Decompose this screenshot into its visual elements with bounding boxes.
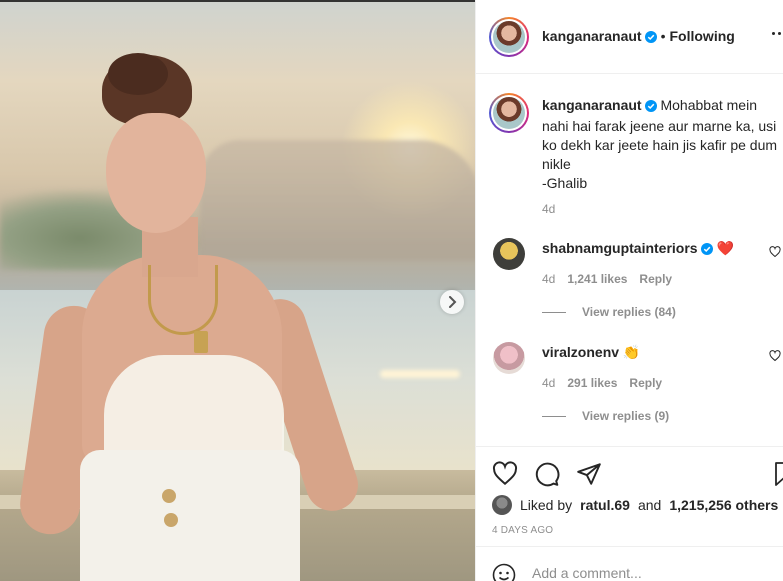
commenter-avatar[interactable]	[493, 342, 525, 374]
view-replies-label: View replies (84)	[582, 305, 676, 319]
comment-meta: 4d 291 likes Reply	[542, 376, 662, 390]
gold-necklace	[148, 265, 218, 335]
post-header: kanganaranaut • Following	[476, 0, 783, 74]
heart-icon[interactable]	[769, 350, 781, 362]
liked-by-label: Liked by	[520, 497, 573, 513]
caption-text: kanganaranaut Mohabbat mein nahi hai far…	[542, 96, 783, 193]
comment-text: viralzonenv 👏	[542, 344, 640, 361]
verified-icon	[644, 98, 657, 117]
view-replies-button[interactable]: View replies (9)	[542, 409, 669, 423]
commenter-username[interactable]: viralzonenv	[542, 344, 619, 360]
post-side-panel: kanganaranaut • Following kanganaranaut Mo…	[475, 0, 783, 581]
caption-time[interactable]: 4d	[542, 202, 555, 216]
lace-top	[104, 355, 284, 465]
comment-likes[interactable]: 291 likes	[567, 376, 617, 390]
header-user-line: kanganaranaut • Following	[542, 28, 735, 46]
following-button[interactable]: Following	[670, 28, 735, 44]
reply-button[interactable]: Reply	[629, 376, 662, 390]
comment-emoji: 👏	[622, 344, 641, 360]
next-image-button[interactable]	[440, 290, 464, 314]
view-replies-button[interactable]: View replies (84)	[542, 305, 676, 319]
liker-username[interactable]: ratul.69	[580, 497, 630, 513]
face	[106, 113, 206, 233]
likes-and-label: and	[637, 497, 662, 513]
author-username[interactable]: kanganaranaut	[542, 28, 642, 44]
commenter-username[interactable]: shabnamguptainteriors	[542, 240, 698, 256]
separator-dot: •	[660, 28, 666, 44]
comment-emoji: ❤️	[716, 240, 734, 256]
comment-time[interactable]: 4d	[542, 376, 555, 390]
commenter-avatar[interactable]	[493, 238, 525, 270]
comment-likes[interactable]: 1,241 likes	[567, 272, 627, 286]
heart-icon[interactable]	[769, 246, 781, 258]
add-comment-bar	[476, 546, 783, 581]
verified-icon	[700, 242, 713, 258]
hair-bun	[108, 53, 168, 95]
caption-avatar[interactable]	[489, 93, 529, 133]
more-options-icon[interactable]	[772, 32, 783, 35]
water-glint	[380, 370, 460, 378]
comment-meta: 4d 1,241 likes Reply	[542, 272, 672, 286]
author-avatar[interactable]	[489, 17, 529, 57]
reply-button[interactable]: Reply	[639, 272, 672, 286]
action-icons	[492, 461, 602, 492]
comment-icon[interactable]	[534, 461, 560, 492]
replies-line	[542, 415, 566, 417]
emoji-icon[interactable]	[492, 563, 516, 581]
comment-time[interactable]: 4d	[542, 272, 555, 286]
chevron-right-icon	[449, 296, 457, 308]
posted-time[interactable]: 4 DAYS AGO	[492, 525, 553, 536]
comment-text: shabnamguptainteriors ❤️	[542, 240, 734, 258]
replies-line	[542, 311, 566, 313]
share-icon[interactable]	[576, 461, 602, 492]
caption-username[interactable]: kanganaranaut	[542, 97, 642, 113]
white-trousers	[80, 450, 300, 581]
image-top-edge	[0, 0, 475, 2]
woman-figure	[16, 53, 365, 581]
likes-others[interactable]: 1,215,256 others	[669, 497, 778, 513]
view-replies-label: View replies (9)	[582, 409, 670, 423]
heart-icon[interactable]	[492, 461, 518, 492]
likes-summary: Liked by ratul.69 and 1,215,256 others	[492, 495, 778, 515]
save-icon[interactable]	[774, 461, 783, 492]
trouser-button	[162, 489, 176, 503]
trouser-button	[164, 513, 178, 527]
post-actions: Liked by ratul.69 and 1,215,256 others 4 DA…	[476, 446, 783, 581]
necklace-pendant	[194, 331, 208, 353]
post-image	[0, 0, 475, 581]
verified-icon	[644, 30, 657, 46]
add-comment-input[interactable]	[532, 565, 772, 581]
liker-avatar[interactable]	[492, 495, 512, 515]
